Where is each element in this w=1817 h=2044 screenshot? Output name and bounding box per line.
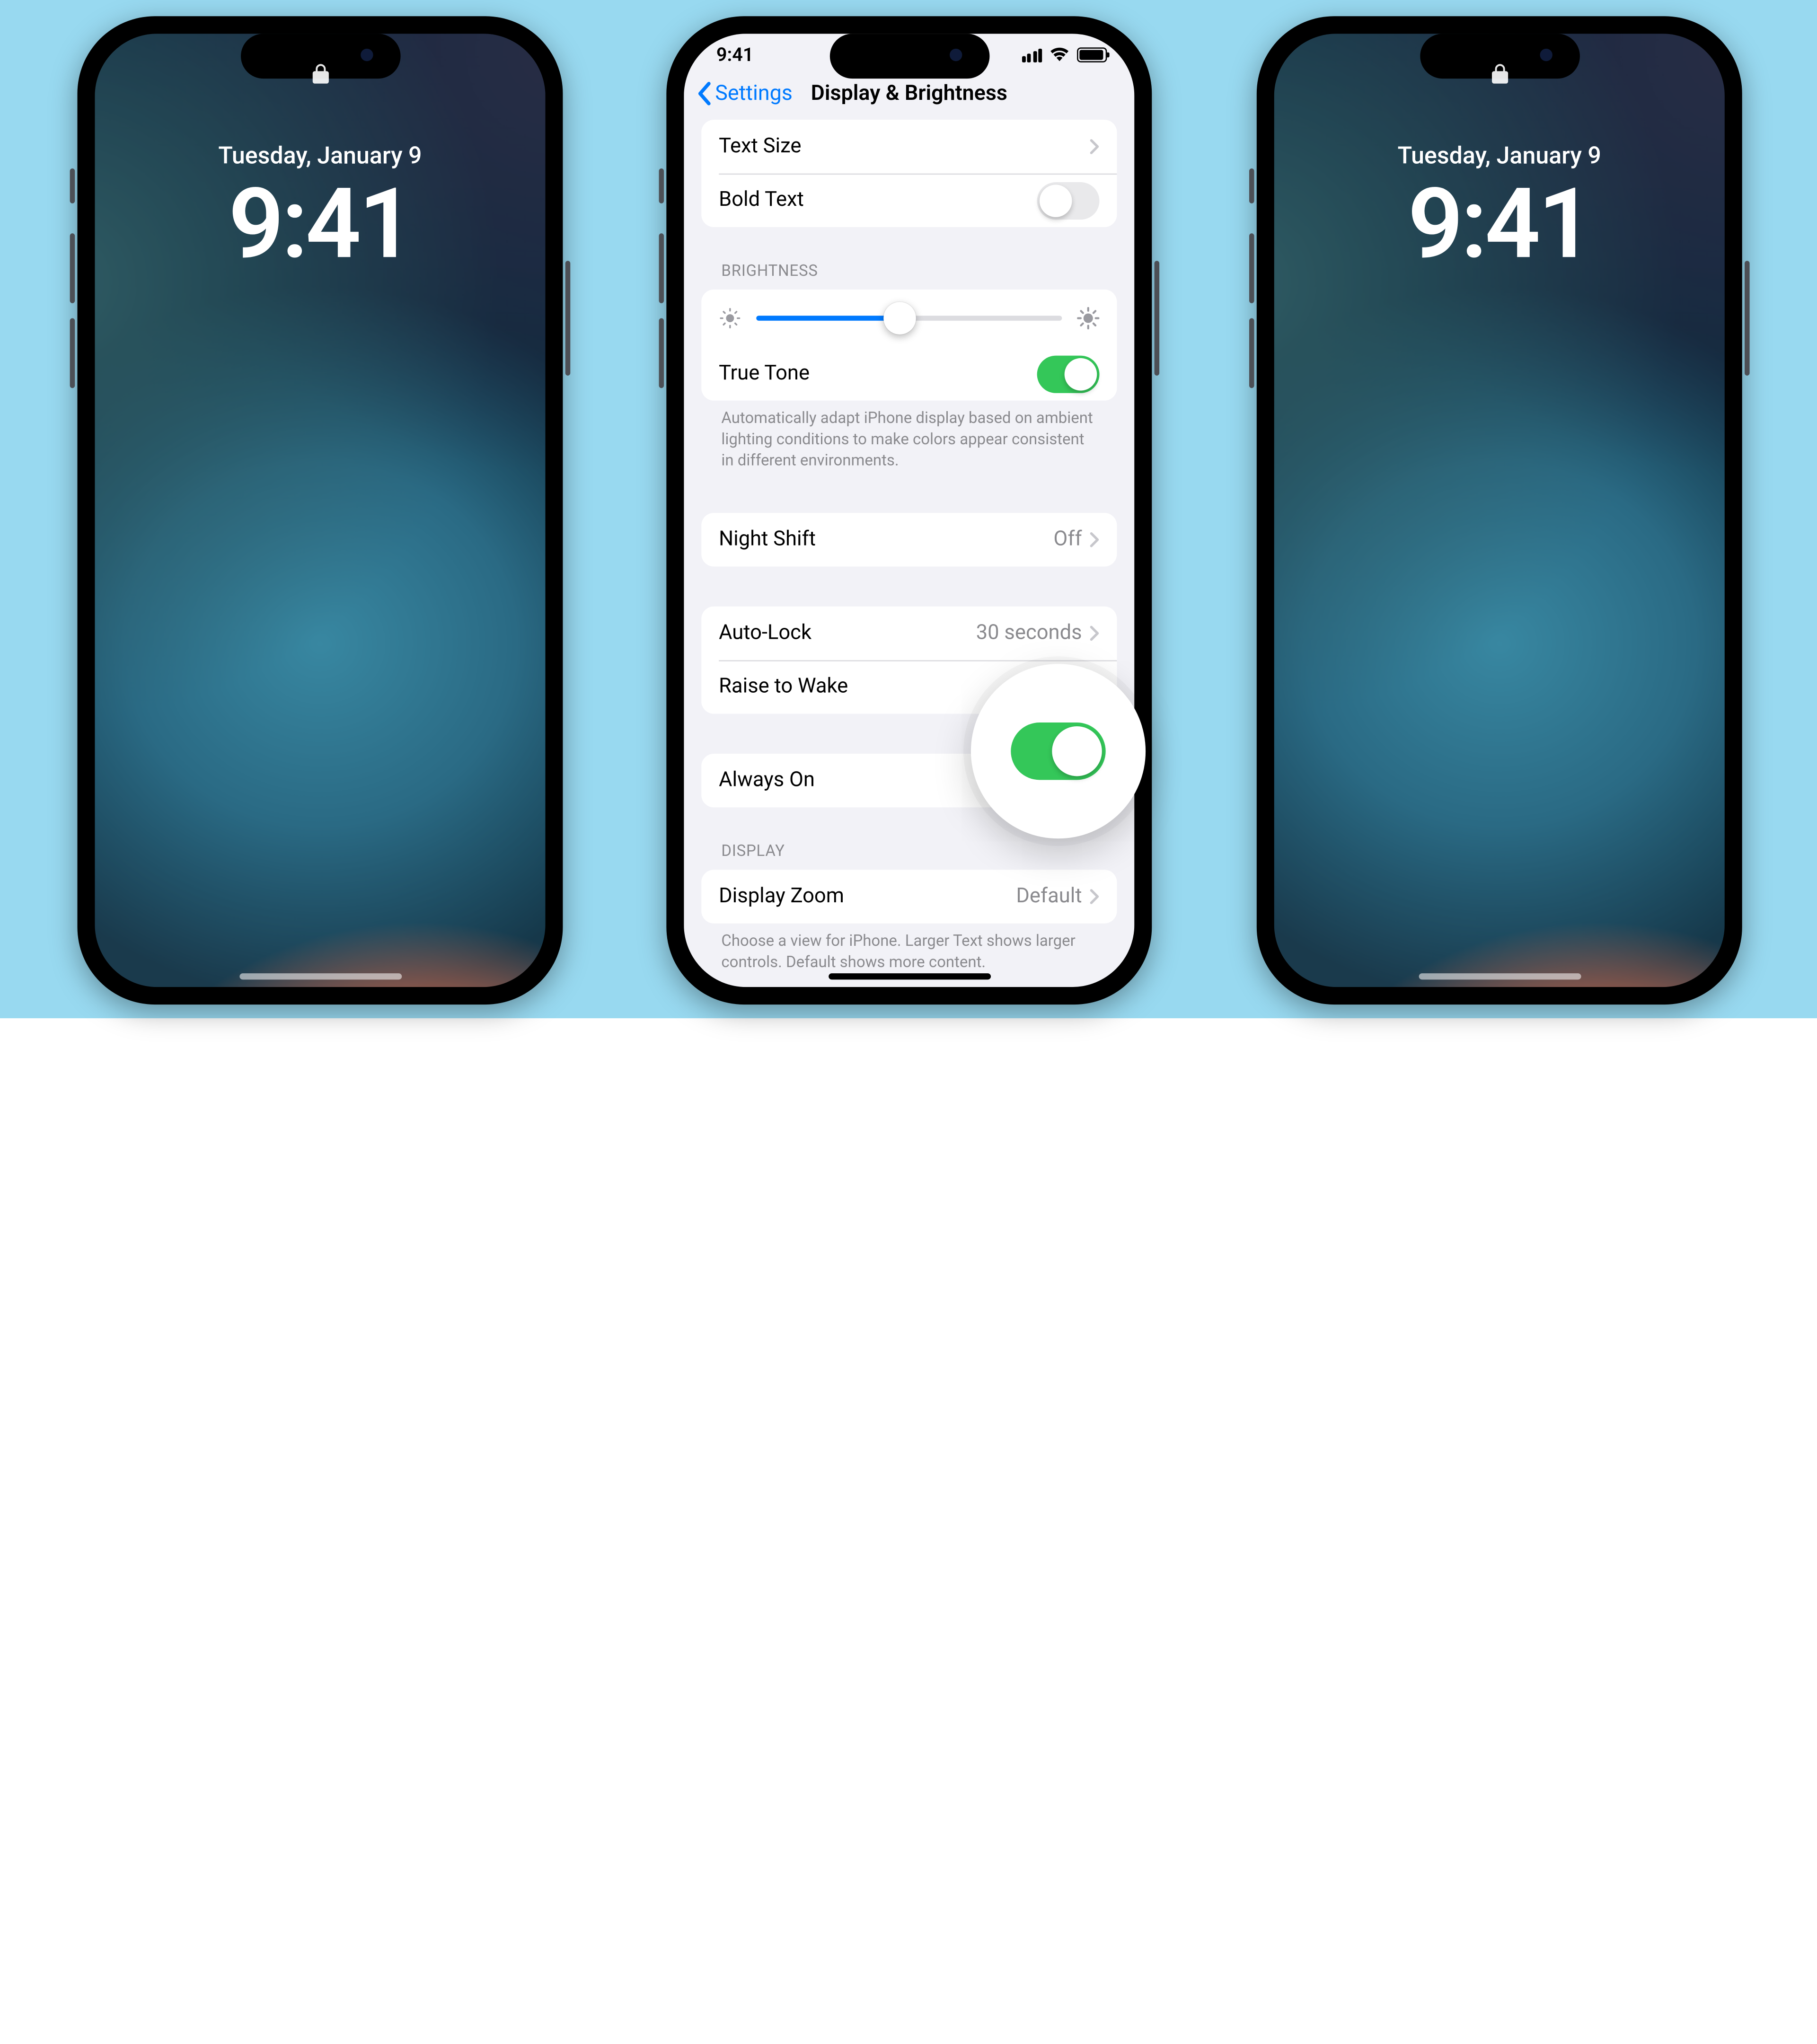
canvas: Tuesday, January 9 9:41 Tuesday, January… <box>0 0 1817 1018</box>
row-value: 30 seconds <box>976 621 1082 644</box>
brightness-slider[interactable] <box>701 290 1117 347</box>
lock-icon <box>312 64 328 89</box>
sun-bright-icon <box>1077 307 1099 329</box>
lock-screen[interactable]: Tuesday, January 9 9:41 <box>1274 34 1725 987</box>
back-label: Settings <box>715 80 793 106</box>
row-value: Default <box>1016 884 1082 908</box>
row-bold-text: Bold Text <box>701 174 1117 227</box>
toggle-always-on-zoomed[interactable] <box>1011 722 1105 780</box>
row-display-zoom[interactable]: Display Zoom Default <box>701 869 1117 923</box>
settings-screen: 9:41 Settings D <box>684 34 1134 987</box>
home-indicator[interactable] <box>239 973 401 979</box>
home-indicator[interactable] <box>1418 973 1580 979</box>
battery-icon <box>1077 47 1107 62</box>
lock-time: 9:41 <box>95 168 545 282</box>
iphone-left: Tuesday, January 9 9:41 <box>78 16 563 1004</box>
home-indicator[interactable] <box>828 973 990 979</box>
dynamic-island <box>829 34 989 79</box>
cellular-icon <box>1022 48 1042 62</box>
night-shift-group: Night Shift Off <box>701 512 1117 566</box>
lock-date: Tuesday, January 9 <box>95 141 545 170</box>
row-label: Bold Text <box>719 188 1037 212</box>
row-label: Auto-Lock <box>719 621 976 644</box>
row-value: Off <box>1053 528 1082 551</box>
display-header: DISPLAY <box>701 842 1117 869</box>
status-time: 9:41 <box>716 44 754 66</box>
chevron-right-icon <box>1089 139 1099 155</box>
zoom-bubble <box>971 664 1146 838</box>
brightness-header: BRIGHTNESS <box>701 262 1117 290</box>
display-zoom-footer: Choose a view for iPhone. Larger Text sh… <box>701 923 1117 974</box>
slider-track[interactable] <box>756 316 1062 321</box>
slider-thumb[interactable] <box>884 302 917 335</box>
lock-icon <box>1491 64 1508 89</box>
wifi-icon <box>1050 44 1069 66</box>
row-night-shift[interactable]: Night Shift Off <box>701 512 1117 566</box>
row-true-tone: True Tone <box>701 347 1117 400</box>
row-label: True Tone <box>719 362 1037 386</box>
chevron-right-icon <box>1089 888 1099 904</box>
display-zoom-group: Display Zoom Default <box>701 869 1117 923</box>
toggle-true-tone[interactable] <box>1037 355 1100 392</box>
lock-screen[interactable]: Tuesday, January 9 9:41 <box>95 34 545 987</box>
row-label: Text Size <box>719 135 1089 159</box>
row-label: Night Shift <box>719 528 1053 551</box>
chevron-right-icon <box>1089 625 1099 641</box>
lock-date: Tuesday, January 9 <box>1274 141 1725 170</box>
chevron-right-icon <box>1089 531 1099 547</box>
sun-dim-icon <box>719 307 741 329</box>
lock-time: 9:41 <box>1274 168 1725 282</box>
toggle-bold-text[interactable] <box>1037 182 1100 219</box>
iphone-center: 9:41 Settings D <box>666 16 1152 1004</box>
row-auto-lock[interactable]: Auto-Lock 30 seconds <box>701 606 1117 660</box>
back-button[interactable]: Settings <box>694 80 795 106</box>
row-label: Raise to Wake <box>719 675 1037 698</box>
true-tone-footer: Automatically adapt iPhone display based… <box>701 401 1117 473</box>
iphone-right: Tuesday, January 9 9:41 <box>1257 16 1742 1004</box>
brightness-group: True Tone <box>701 290 1117 401</box>
row-label: Display Zoom <box>719 884 1016 908</box>
text-group: Text Size Bold Text <box>701 120 1117 227</box>
row-text-size[interactable]: Text Size <box>701 120 1117 173</box>
